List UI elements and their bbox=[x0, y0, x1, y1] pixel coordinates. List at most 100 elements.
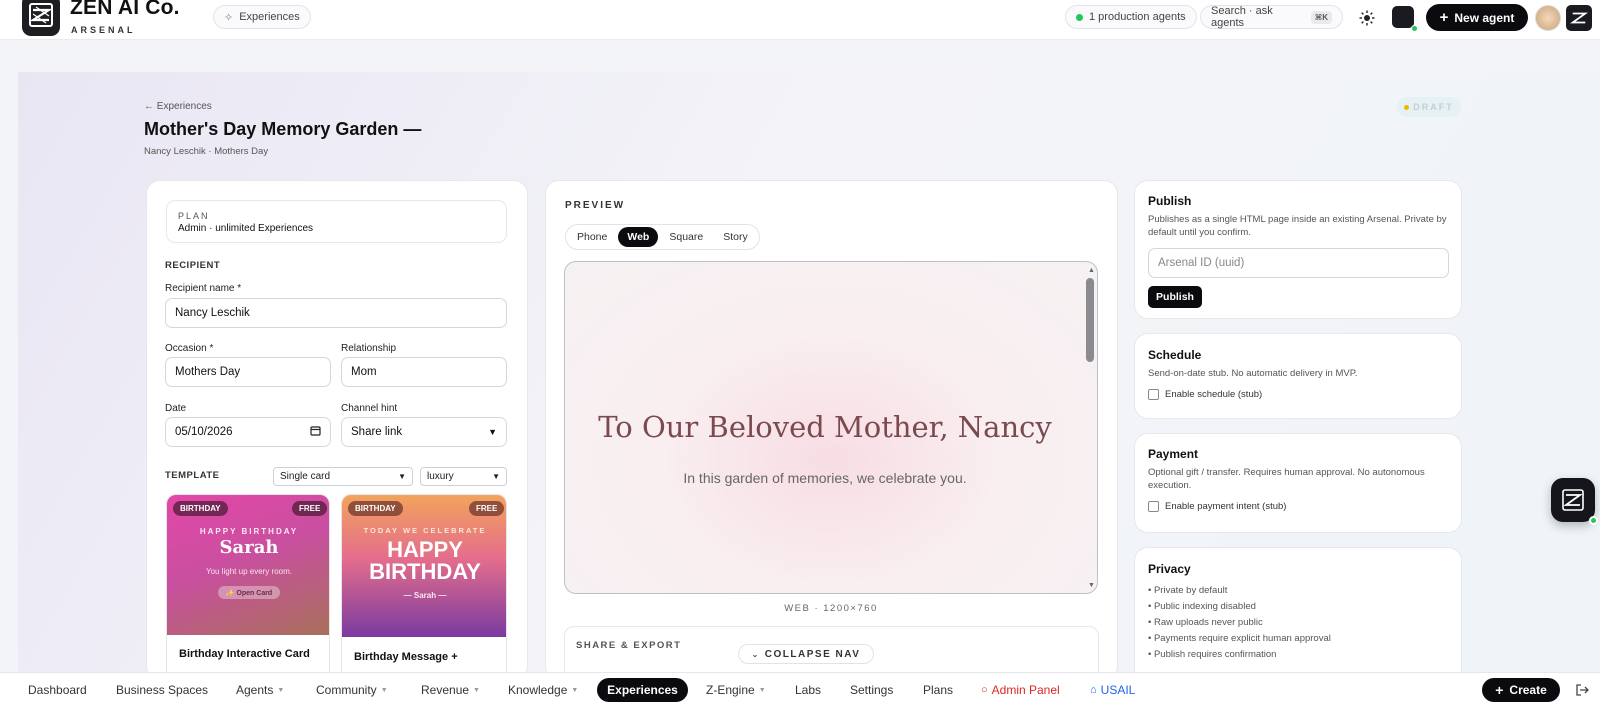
nav-dashboard[interactable]: Dashboard bbox=[28, 683, 87, 697]
enable-payment-checkbox[interactable]: Enable payment intent (stub) bbox=[1148, 501, 1286, 512]
recipient-name-field[interactable]: Nancy Leschik bbox=[165, 298, 507, 328]
plus-icon: + bbox=[1495, 682, 1504, 698]
draft-dot bbox=[1404, 104, 1410, 110]
arsenal-id-input[interactable]: Arsenal ID (uuid) bbox=[1148, 248, 1449, 278]
channel-hint-select[interactable]: Share link ▼ bbox=[341, 417, 507, 447]
template-thumbnail: BIRTHDAY FREE HAPPY BIRTHDAY Sarah You l… bbox=[167, 495, 329, 635]
share-export-label: SHARE & EXPORT bbox=[576, 640, 682, 651]
experiences-pill-label: Experiences bbox=[239, 11, 300, 23]
nav-label: Experiences bbox=[607, 683, 678, 697]
nav-label: Community bbox=[316, 683, 377, 697]
theme-toggle-icon[interactable] bbox=[1357, 8, 1377, 28]
occasion-field[interactable]: Mothers Day bbox=[165, 357, 331, 387]
privacy-item: • Raw uploads never public bbox=[1148, 617, 1263, 628]
nav-revenue[interactable]: Revenue ▼ bbox=[421, 683, 480, 697]
nav-experiences[interactable]: Experiences bbox=[597, 678, 688, 702]
workspace-logo-icon[interactable] bbox=[1566, 5, 1592, 31]
chevron-down-icon: ▼ bbox=[571, 686, 579, 694]
nav-label: Settings bbox=[850, 683, 894, 697]
chevron-down-icon: ▼ bbox=[492, 472, 500, 481]
nav-knowledge[interactable]: Knowledge ▼ bbox=[508, 683, 578, 697]
template-type-select[interactable]: Single card ▼ bbox=[273, 467, 413, 486]
nav-label: Dashboard bbox=[28, 683, 87, 697]
search-box[interactable]: Search · ask agents ⌘K bbox=[1200, 5, 1343, 29]
mode-story-tab[interactable]: Story bbox=[714, 227, 757, 247]
preview-headline: To Our Beloved Mother, Nancy bbox=[598, 410, 1052, 444]
enable-schedule-label: Enable schedule (stub) bbox=[1165, 389, 1263, 400]
experiences-pill[interactable]: ✧ Experiences bbox=[213, 5, 311, 29]
date-label: Date bbox=[165, 403, 187, 414]
nav-community[interactable]: Community ▼ bbox=[316, 683, 388, 697]
publish-button[interactable]: Publish bbox=[1148, 286, 1202, 308]
category-tag: BIRTHDAY bbox=[173, 501, 228, 516]
mode-phone-tab[interactable]: Phone bbox=[568, 227, 616, 247]
production-agents-pill[interactable]: 1 production agents bbox=[1065, 5, 1197, 29]
agent-logo-icon bbox=[1562, 489, 1584, 511]
template-type-value: Single card bbox=[280, 471, 331, 482]
logout-icon[interactable] bbox=[1573, 682, 1591, 698]
template-card[interactable]: BIRTHDAY FREE HAPPY BIRTHDAY Sarah You l… bbox=[166, 494, 330, 679]
preview-size-caption: WEB · 1200×760 bbox=[784, 603, 878, 614]
preview-frame: To Our Beloved Mother, Nancy In this gar… bbox=[564, 261, 1098, 594]
experience-form-card: PLAN Admin · unlimited Experiences RECIP… bbox=[146, 180, 528, 680]
zen-logo-icon[interactable] bbox=[22, 0, 60, 36]
scrollbar-thumb[interactable] bbox=[1086, 278, 1094, 362]
recipient-name-label: Recipient name * bbox=[165, 283, 242, 294]
template-title: Birthday Message + bbox=[354, 651, 458, 663]
online-dot bbox=[1411, 25, 1418, 32]
agent-avatar-icon[interactable] bbox=[1392, 6, 1418, 32]
publish-card: Publish Publishes as a single HTML page … bbox=[1134, 180, 1462, 319]
payment-description: Optional gift / transfer. Requires human… bbox=[1148, 467, 1425, 491]
nav-business-spaces[interactable]: Business Spaces bbox=[116, 683, 208, 697]
nav-usail[interactable]: ⌂ USAIL bbox=[1090, 683, 1135, 697]
checkbox-box[interactable] bbox=[1148, 389, 1159, 400]
calendar-icon[interactable] bbox=[310, 425, 321, 439]
nav-settings[interactable]: Settings bbox=[850, 683, 893, 697]
relationship-field[interactable]: Mom bbox=[341, 357, 507, 387]
plan-value: Admin · unlimited Experiences bbox=[178, 223, 314, 234]
occasion-label: Occasion * bbox=[165, 343, 214, 354]
nav-admin-panel[interactable]: ○ Admin Panel bbox=[981, 683, 1060, 697]
back-link[interactable]: ← Experiences bbox=[144, 101, 212, 112]
plan-box: PLAN Admin · unlimited Experiences bbox=[166, 200, 507, 243]
collapse-nav-button[interactable]: ⌄ COLLAPSE NAV bbox=[738, 644, 874, 664]
nav-label: Revenue bbox=[421, 683, 470, 697]
enable-schedule-checkbox[interactable]: Enable schedule (stub) bbox=[1148, 389, 1262, 400]
nav-label: Admin Panel bbox=[991, 683, 1060, 697]
page-title: Mother's Day Memory Garden — bbox=[144, 119, 422, 139]
nav-label: Plans bbox=[923, 683, 954, 697]
chevron-down-icon: ▼ bbox=[277, 686, 285, 694]
nav-label: Agents bbox=[236, 683, 274, 697]
payment-title: Payment bbox=[1148, 447, 1199, 461]
privacy-item: • Public indexing disabled bbox=[1148, 601, 1256, 612]
privacy-card: Privacy • Private by default • Public in… bbox=[1134, 547, 1462, 687]
checkbox-box[interactable] bbox=[1148, 501, 1159, 512]
user-avatar[interactable] bbox=[1535, 5, 1561, 31]
nav-plans[interactable]: Plans bbox=[923, 683, 953, 697]
publish-title: Publish bbox=[1148, 194, 1192, 208]
scroll-up-arrow-icon[interactable]: ▲ bbox=[1088, 267, 1095, 275]
template-style-select[interactable]: luxury ▼ bbox=[420, 467, 507, 486]
template-title: Birthday Interactive Card bbox=[179, 648, 310, 660]
recipient-section-label: RECIPIENT bbox=[165, 260, 221, 271]
date-field[interactable]: 05/10/2026 bbox=[165, 417, 331, 447]
chevron-down-icon: ▼ bbox=[488, 427, 497, 437]
template-card[interactable]: BIRTHDAY FREE TODAY WE CELEBRATE HAPPY B… bbox=[341, 494, 507, 679]
nav-z-engine[interactable]: Z-Engine ▼ bbox=[706, 683, 766, 697]
card-line: — Sarah — bbox=[403, 591, 447, 600]
scroll-down-arrow-icon[interactable]: ▼ bbox=[1088, 582, 1095, 590]
create-button[interactable]: + Create bbox=[1482, 678, 1560, 702]
card-headline-1: HAPPY bbox=[387, 537, 463, 562]
nav-labs[interactable]: Labs bbox=[795, 683, 821, 697]
mode-web-tab[interactable]: Web bbox=[618, 227, 659, 247]
nav-agents[interactable]: Agents ▼ bbox=[236, 683, 284, 697]
nav-label: Business Spaces bbox=[116, 683, 209, 697]
status-label: DRAFT bbox=[1413, 102, 1454, 112]
channel-hint-value: Share link bbox=[351, 426, 403, 438]
floating-agent-button[interactable] bbox=[1551, 478, 1598, 525]
mode-square-tab[interactable]: Square bbox=[660, 227, 712, 247]
new-agent-button[interactable]: + New agent bbox=[1426, 4, 1528, 31]
card-kicker: TODAY WE CELEBRATE bbox=[363, 526, 487, 535]
card-name: Sarah bbox=[219, 537, 279, 558]
brand-subtitle: ARSENAL bbox=[71, 25, 136, 35]
